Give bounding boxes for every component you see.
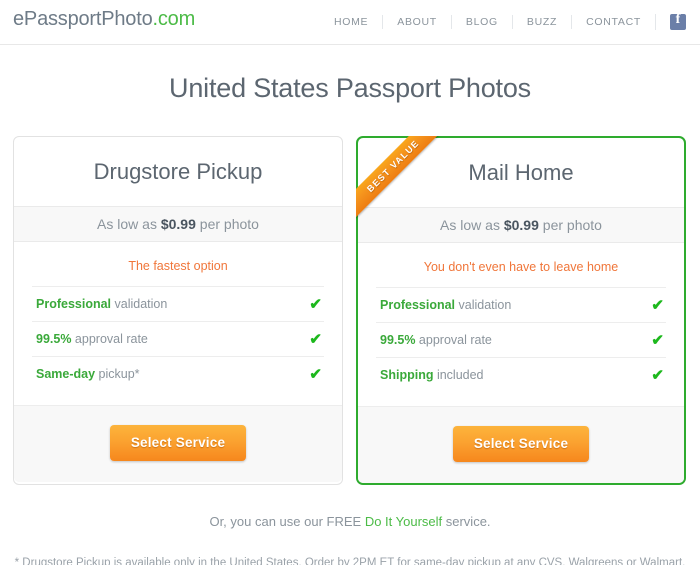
site-logo[interactable]: ePassportPhoto.com	[13, 8, 195, 31]
plan-tagline: The fastest option	[128, 259, 228, 273]
feature-text: Professional validation	[380, 296, 511, 314]
do-it-yourself-link[interactable]: Do It Yourself	[365, 514, 442, 529]
plans-container: Drugstore Pickup As low as $0.99 per phot…	[0, 136, 700, 485]
plan-price-band: As low as $0.99 per photo	[358, 207, 684, 243]
nav-contact[interactable]: CONTACT	[571, 15, 655, 29]
nav-home[interactable]: HOME	[320, 15, 382, 29]
nav-blog[interactable]: BLOG	[450, 15, 512, 29]
footnote-1: * Drugstore Pickup is available only in …	[14, 557, 686, 565]
feature-row: Professional validation ✔	[376, 287, 666, 322]
check-icon: ✔	[309, 365, 322, 383]
feature-rest: approval rate	[71, 332, 148, 346]
logo-domain-suffix: .com	[152, 8, 196, 30]
plan-features: Professional validation ✔ 99.5% approval r…	[14, 286, 342, 391]
feature-text: Shipping included	[380, 366, 484, 384]
feature-row: Professional validation ✔	[32, 286, 324, 321]
select-service-button[interactable]: Select Service	[109, 425, 247, 461]
feature-strong: Professional	[36, 297, 112, 311]
nav-buzz[interactable]: BUZZ	[511, 15, 571, 29]
feature-row: 99.5% approval rate ✔	[32, 321, 324, 356]
facebook-icon[interactable]	[670, 13, 686, 30]
plan-footer: Select Service	[14, 405, 342, 482]
select-service-button[interactable]: Select Service	[452, 426, 590, 462]
logo-main-text: ePassportPhoto	[13, 8, 153, 30]
plan-features: Professional validation ✔ 99.5% approval r…	[358, 287, 684, 392]
main-navigation: HOME ABOUT BLOG BUZZ CONTACT	[320, 13, 692, 30]
feature-rest: validation	[111, 297, 168, 311]
price-prefix: As low as	[440, 217, 504, 233]
feature-text: Same-day pickup*	[36, 365, 140, 383]
plan-footer: Select Service	[358, 406, 684, 483]
facebook-link[interactable]	[655, 13, 692, 30]
check-icon: ✔	[309, 330, 322, 348]
price-amount: $0.99	[503, 217, 539, 233]
feature-row: 99.5% approval rate ✔	[376, 322, 666, 357]
feature-text: Professional validation	[36, 295, 167, 313]
check-icon: ✔	[309, 295, 322, 313]
price-prefix: As low as	[97, 216, 161, 232]
check-icon: ✔	[651, 366, 664, 384]
feature-strong: Shipping	[380, 368, 434, 382]
check-icon: ✔	[651, 296, 664, 314]
plan-tagline: You don't even have to leave home	[423, 260, 619, 274]
price-suffix: per photo	[195, 216, 259, 232]
diy-text-after: service.	[442, 514, 491, 529]
feature-rest: pickup*	[95, 367, 140, 381]
plan-title: Drugstore Pickup	[93, 159, 263, 184]
feature-strong: Same-day	[36, 367, 96, 381]
feature-strong: Professional	[380, 298, 456, 312]
feature-text: 99.5% approval rate	[36, 330, 148, 348]
feature-strong: 99.5%	[36, 332, 72, 346]
price-amount: $0.99	[160, 216, 196, 232]
page-title: United States Passport Photos	[169, 73, 531, 103]
check-icon: ✔	[651, 331, 664, 349]
plan-price-band: As low as $0.99 per photo	[14, 206, 342, 242]
feature-row: Shipping included ✔	[376, 357, 666, 392]
feature-row: Same-day pickup* ✔	[32, 356, 324, 391]
diy-text-before: Or, you can use our FREE	[209, 514, 365, 529]
site-header: ePassportPhoto.com HOME ABOUT BLOG BUZZ CONT…	[0, 0, 700, 45]
diy-line: Or, you can use our FREE Do It Yourself …	[0, 514, 700, 529]
price-suffix: per photo	[538, 217, 602, 233]
feature-rest: included	[433, 368, 484, 382]
feature-text: 99.5% approval rate	[380, 331, 492, 349]
plan-card-drugstore-pickup: Drugstore Pickup As low as $0.99 per phot…	[13, 136, 343, 485]
feature-strong: 99.5%	[380, 333, 416, 347]
feature-rest: validation	[455, 298, 512, 312]
plan-card-mail-home: BEST VALUE Mail Home As low as $0.99 per p…	[356, 136, 686, 485]
plan-title: Mail Home	[468, 160, 574, 185]
footnotes: * Drugstore Pickup is available only in …	[0, 553, 700, 565]
feature-rest: approval rate	[415, 333, 492, 347]
nav-about[interactable]: ABOUT	[382, 15, 451, 29]
